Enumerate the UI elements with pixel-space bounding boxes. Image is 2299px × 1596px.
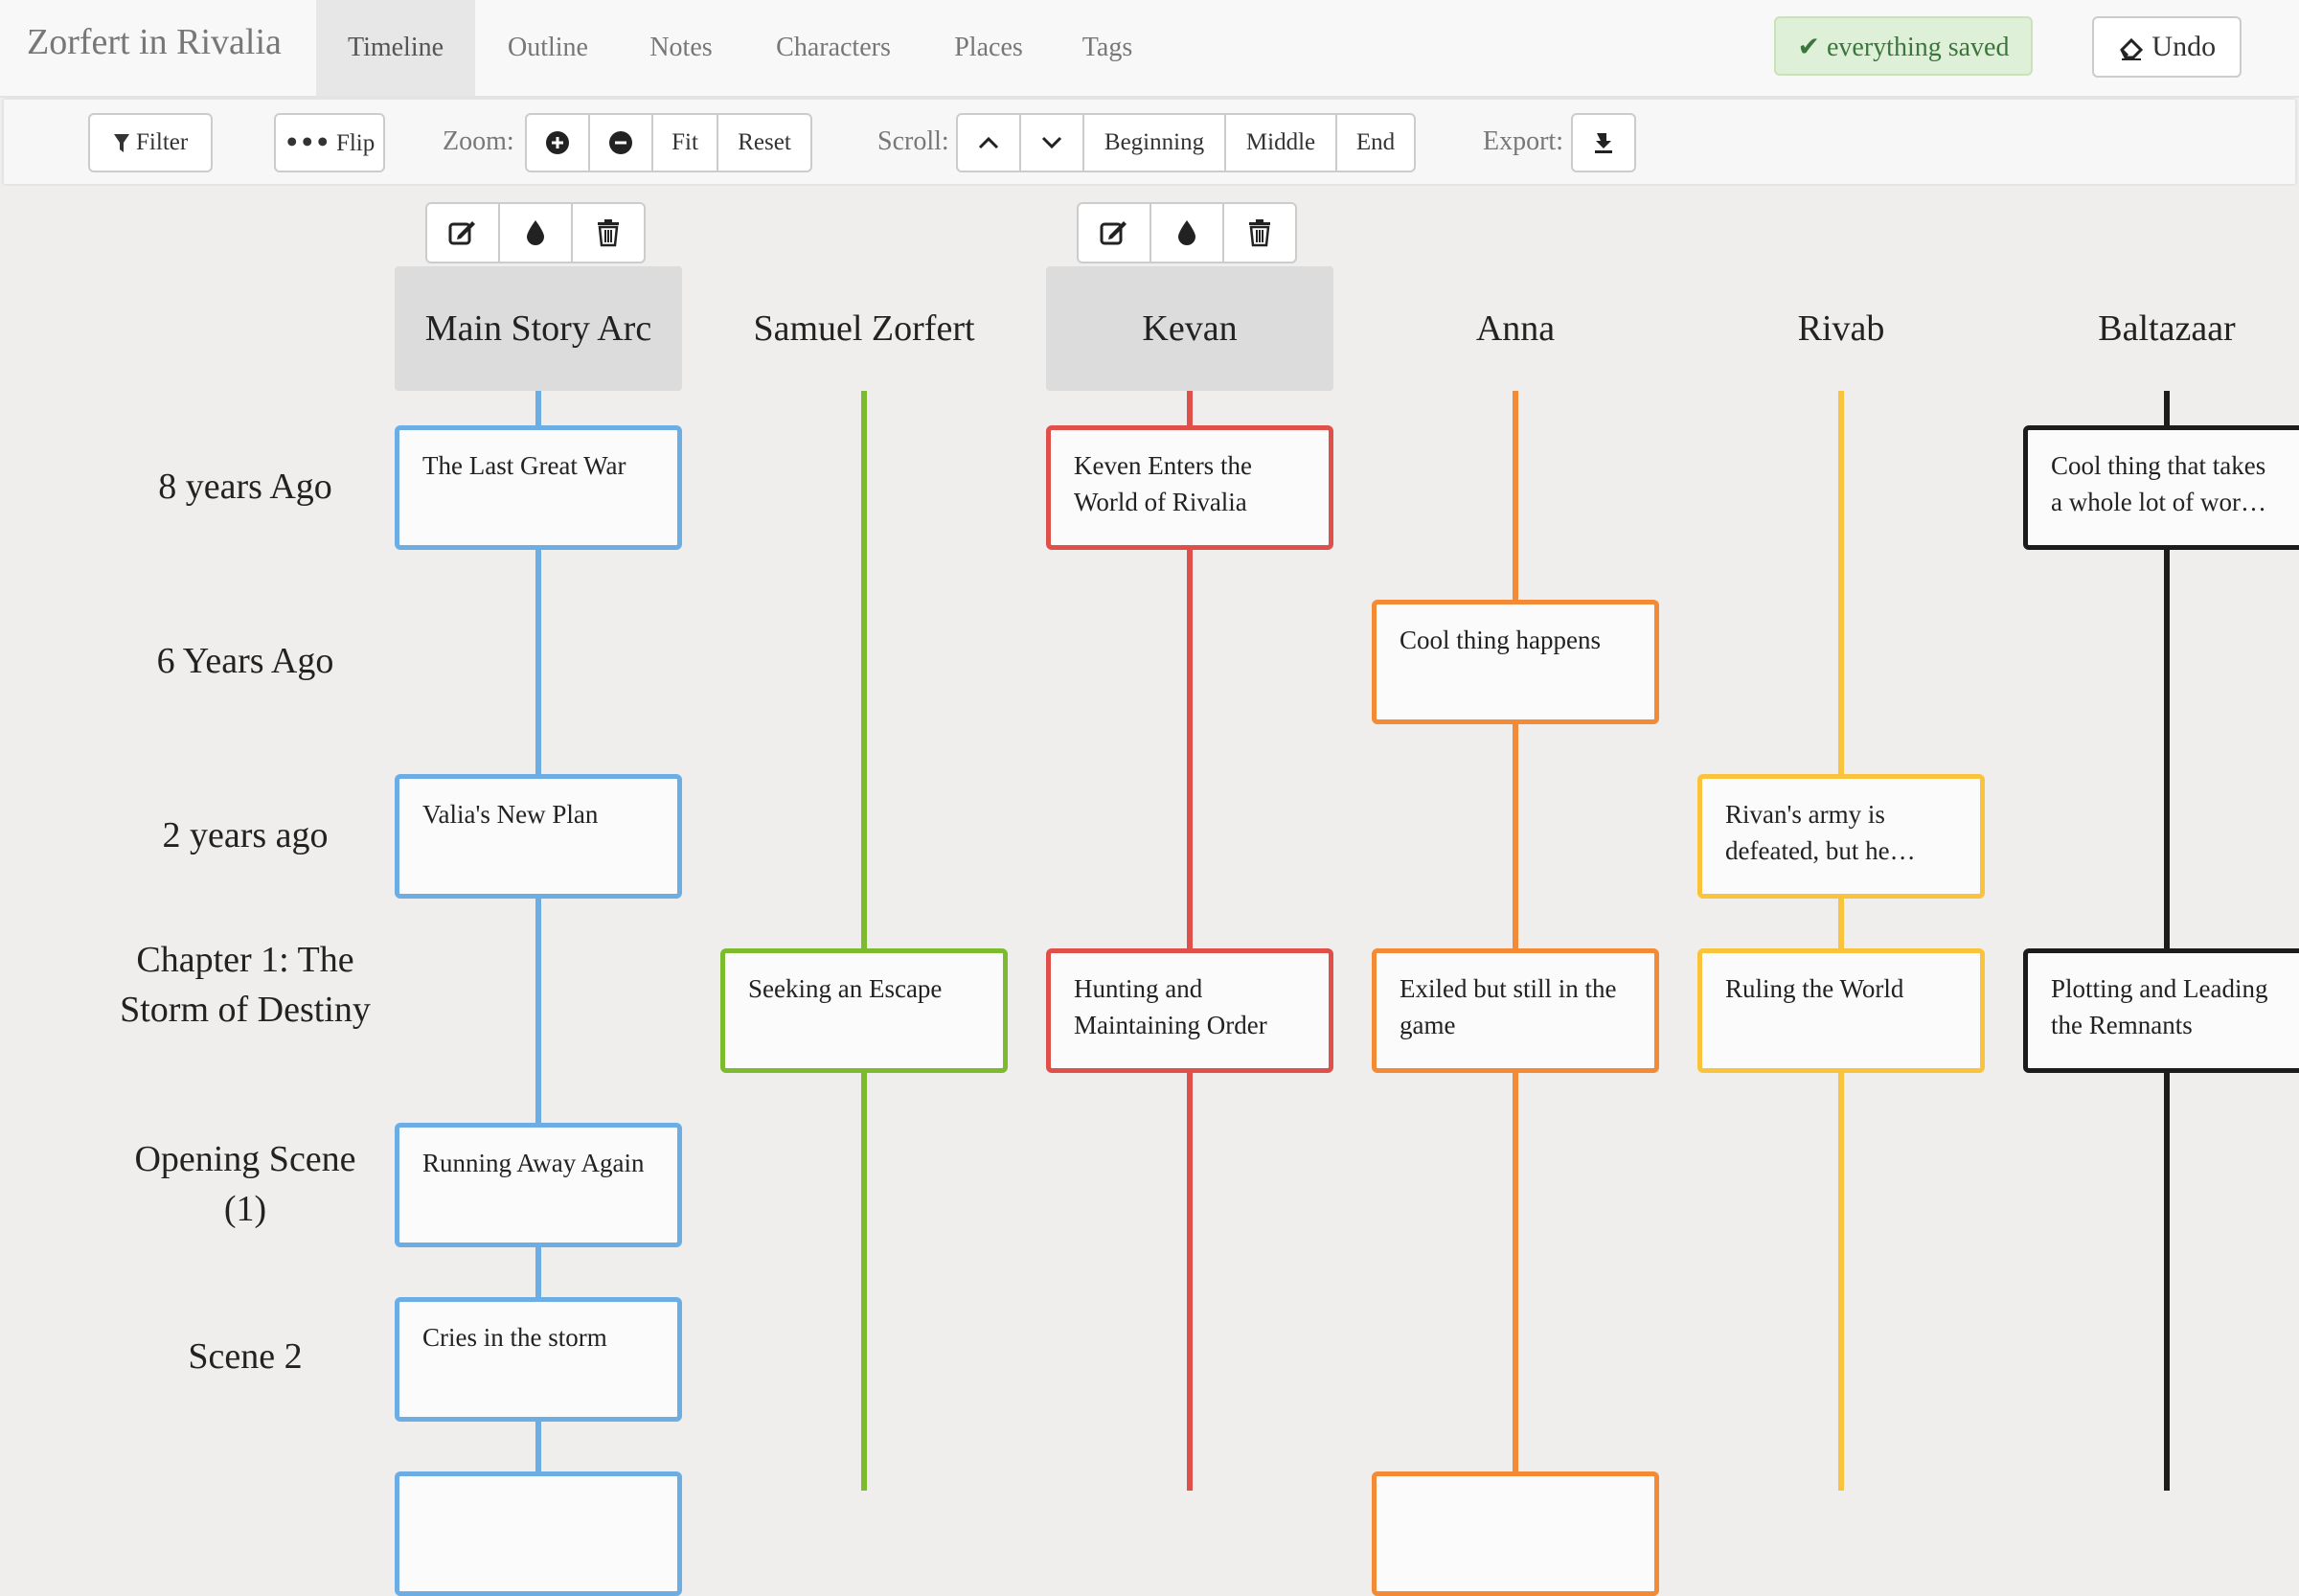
column-header-anna[interactable]: Anna: [1372, 266, 1659, 391]
trash-icon[interactable]: [571, 202, 646, 263]
column-header-samuel-zorfert[interactable]: Samuel Zorfert: [720, 266, 1008, 391]
scene-card-title: Plotting and Leading the Remnants: [2051, 974, 2268, 1039]
filter-button[interactable]: Filter: [88, 113, 213, 172]
scene-card-title: Ruling the World: [1725, 974, 1904, 1003]
tab-places[interactable]: Places: [933, 0, 1044, 96]
project-title[interactable]: Zorfert in Rivalia: [27, 21, 282, 63]
checkmark-icon: ✔: [1797, 31, 1820, 62]
scene-card[interactable]: The Last Great War: [395, 425, 682, 550]
export-button[interactable]: [1571, 113, 1636, 172]
chevron-up-icon: [977, 135, 1000, 150]
row-label-2-years-ago[interactable]: 2 years ago: [115, 810, 376, 860]
scene-card-title: Seeking an Escape: [748, 974, 943, 1003]
ellipsis-icon: •••: [284, 128, 330, 156]
top-navbar: Zorfert in Rivalia Timeline Outline Note…: [0, 0, 2299, 98]
scene-card-title: Valia's New Plan: [422, 800, 599, 829]
column-header-main-story-arc[interactable]: Main Story Arc: [395, 266, 682, 391]
scene-card[interactable]: Rivan's army is defeated, but he…: [1697, 774, 1985, 899]
scene-card[interactable]: Running Away Again: [395, 1123, 682, 1247]
row-label-opening-scene[interactable]: Opening Scene (1): [115, 1134, 376, 1234]
scene-card[interactable]: Seeking an Escape: [720, 948, 1008, 1073]
kevan-actions: [1077, 202, 1297, 263]
scene-card[interactable]: Valia's New Plan: [395, 774, 682, 899]
zoom-reset-button[interactable]: Reset: [717, 113, 812, 172]
scene-card-title: Cool thing happens: [1400, 626, 1601, 654]
scene-card[interactable]: Cool thing that takes a whole lot of wor…: [2023, 425, 2299, 550]
column-header-kevan[interactable]: Kevan: [1046, 266, 1333, 391]
trash-icon[interactable]: [1222, 202, 1297, 263]
scene-card-title: Hunting and Maintaining Order: [1074, 974, 1267, 1039]
scroll-middle-button[interactable]: Middle: [1224, 113, 1337, 172]
zoom-label: Zoom:: [443, 126, 514, 156]
color-drop-icon[interactable]: [498, 202, 573, 263]
plus-circle-icon: [545, 130, 570, 155]
undo-label: Undo: [2151, 31, 2217, 62]
row-label-scene-2[interactable]: Scene 2: [115, 1332, 376, 1381]
tab-notes[interactable]: Notes: [628, 0, 734, 96]
tab-characters[interactable]: Characters: [753, 0, 914, 96]
scene-card-title: The Last Great War: [422, 451, 626, 480]
edit-icon[interactable]: [1077, 202, 1151, 263]
zoom-fit-button[interactable]: Fit: [651, 113, 718, 172]
scene-card[interactable]: Cries in the storm: [395, 1297, 682, 1422]
scene-card[interactable]: Exiled but still in the game: [1372, 948, 1659, 1073]
column-header-baltazaar[interactable]: Baltazaar: [2023, 266, 2299, 391]
scene-card-title: Running Away Again: [422, 1149, 645, 1177]
scroll-end-button[interactable]: End: [1335, 113, 1416, 172]
tab-outline[interactable]: Outline: [487, 0, 609, 96]
scene-card-title: Rivan's army is defeated, but he…: [1725, 800, 1916, 865]
scene-card-title: Exiled but still in the game: [1400, 974, 1617, 1039]
flip-label: Flip: [335, 130, 376, 156]
timeline-line-samuel-zorfert: [861, 391, 867, 1491]
scene-card-title: Cool thing that takes a whole lot of wor…: [2051, 451, 2266, 516]
scene-card[interactable]: Hunting and Maintaining Order: [1046, 948, 1333, 1073]
main-story-arc-actions: [425, 202, 646, 263]
timeline-line-rivab: [1838, 391, 1844, 1491]
column-header-rivab[interactable]: Rivab: [1697, 266, 1985, 391]
zoom-out-button[interactable]: [588, 113, 653, 172]
timeline-toolbar: Filter ••• Flip Zoom: Fit Reset Scroll: …: [2, 98, 2297, 186]
minus-circle-icon: [608, 130, 633, 155]
timeline-line-baltazaar: [2164, 391, 2170, 1491]
color-drop-icon[interactable]: [1150, 202, 1224, 263]
filter-label: Filter: [136, 129, 189, 155]
filter-icon: [113, 132, 130, 155]
scene-card-title: Cries in the storm: [422, 1323, 607, 1352]
timeline-line-kevan: [1187, 391, 1193, 1491]
scroll-down-button[interactable]: [1019, 113, 1084, 172]
row-label-6-years-ago[interactable]: 6 Years Ago: [115, 636, 376, 686]
scene-card[interactable]: Ruling the World: [1697, 948, 1985, 1073]
row-label-chapter-1[interactable]: Chapter 1: The Storm of Destiny: [115, 935, 376, 1035]
scroll-beginning-button[interactable]: Beginning: [1082, 113, 1226, 172]
eraser-icon: [2118, 36, 2145, 61]
tab-tags[interactable]: Tags: [1063, 0, 1151, 96]
save-status-badge: ✔ everything saved: [1774, 16, 2033, 76]
timeline-line-anna: [1513, 391, 1518, 1491]
export-icon: [1591, 130, 1616, 155]
edit-icon[interactable]: [425, 202, 500, 263]
chevron-down-icon: [1040, 135, 1063, 150]
save-status-text: everything saved: [1826, 33, 2010, 62]
scroll-label: Scroll:: [877, 126, 949, 156]
scene-card[interactable]: Keven Enters the World of Rivalia: [1046, 425, 1333, 550]
flip-button[interactable]: ••• Flip: [274, 113, 385, 172]
zoom-controls: Fit Reset: [525, 113, 812, 172]
row-label-8-years-ago[interactable]: 8 years Ago: [115, 462, 376, 512]
scroll-up-button[interactable]: [956, 113, 1021, 172]
export-label: Export:: [1483, 126, 1563, 156]
scene-card-title: Keven Enters the World of Rivalia: [1074, 451, 1252, 516]
scene-card[interactable]: Plotting and Leading the Remnants: [2023, 948, 2299, 1073]
undo-button[interactable]: Undo: [2092, 16, 2242, 78]
tab-timeline[interactable]: Timeline: [316, 0, 475, 96]
scroll-controls: Beginning Middle End: [956, 113, 1416, 172]
zoom-in-button[interactable]: [525, 113, 590, 172]
scene-card[interactable]: Cool thing happens: [1372, 600, 1659, 724]
